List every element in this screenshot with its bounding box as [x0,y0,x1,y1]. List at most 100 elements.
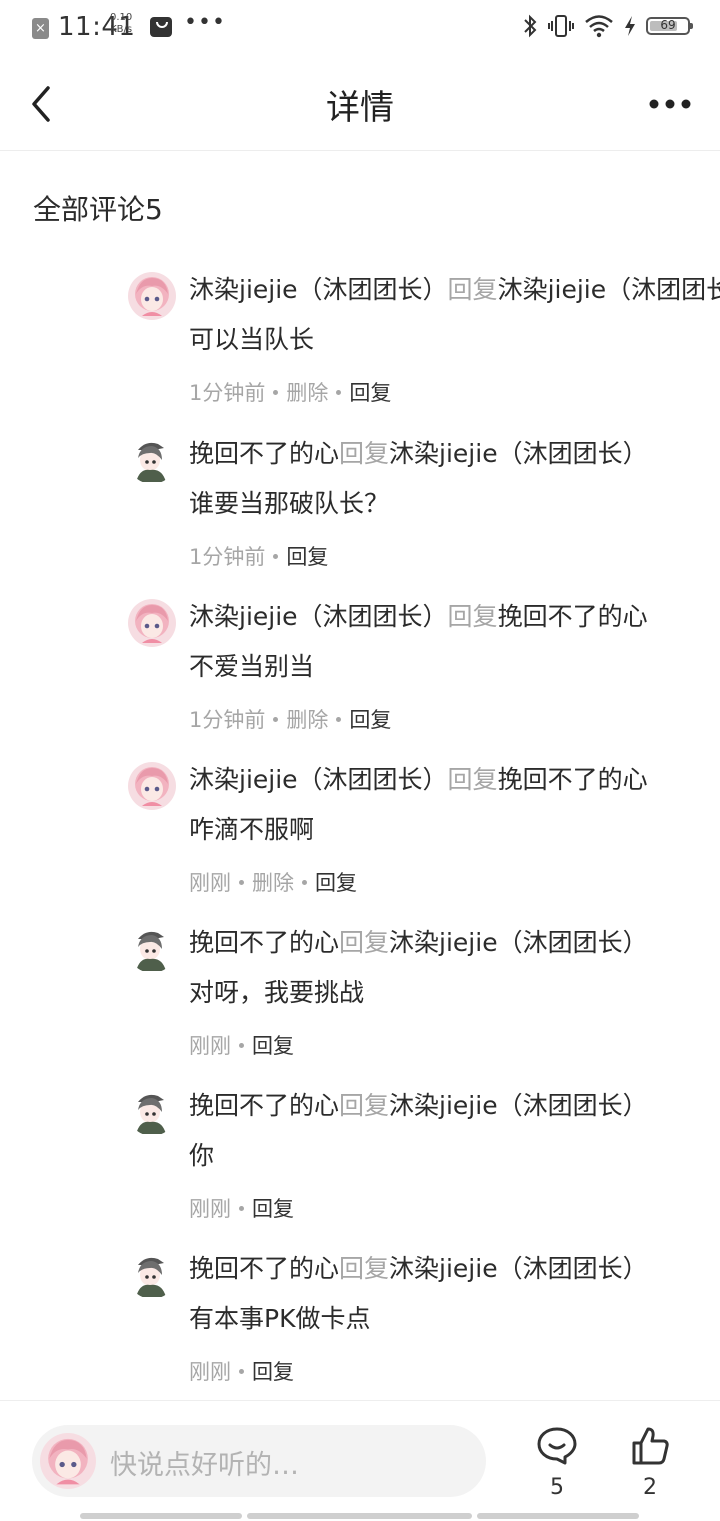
reply-button[interactable]: 回复 [286,545,328,569]
reply-label: 回复 [447,765,498,794]
status-bar: × 11:41 0.10 KB/s ••• 69 [0,0,720,58]
comment-text: 有本事PK做卡点 [189,1304,371,1333]
reply-button[interactable]: 回复 [252,1197,294,1221]
comment-button[interactable]: 5 [533,1425,581,1500]
reply-button[interactable]: 回复 [315,871,357,895]
delete-button[interactable]: 删除 [252,871,294,895]
comment-meta: 1分钟前 删除 回复 [189,378,698,408]
comment-author[interactable]: 沐染jiejie（沐团团长） [189,765,448,794]
comment-time: 1分钟前 [189,708,266,732]
comment-time: 刚刚 [189,1360,231,1384]
comment-text: 你 [189,1141,215,1170]
charging-icon [625,16,635,36]
user-avatar[interactable] [128,436,176,484]
separator-dot [239,1368,244,1374]
comment-meta: 刚刚 删除 回复 [189,868,698,898]
reply-button[interactable]: 回复 [252,1034,294,1058]
comment-header: 沐染jiejie（沐团团长）回复挽回不了的心 [189,762,698,798]
separator-dot [302,879,307,885]
comment-header: 挽回不了的心回复沐染jiejie（沐团团长） [189,925,698,961]
comment-meta: 刚刚 回复 [189,1357,698,1387]
reply-label: 回复 [339,1091,390,1120]
reply-target[interactable]: 挽回不了的心 [498,602,648,631]
comment-text: 不爱当别当 [189,652,315,681]
user-avatar[interactable] [128,1251,176,1299]
wifi-icon [585,15,613,38]
comment-text: 谁要当那破队长？ [189,489,390,518]
comment-time: 1分钟前 [189,545,266,569]
battery-level: 69 [660,18,676,32]
more-notifications-icon: ••• [184,10,226,35]
comment-author[interactable]: 沐染jiejie（沐团团长） [189,275,448,304]
comment-time: 刚刚 [189,871,231,895]
separator-dot [273,716,279,722]
nav-bar: 详情 [0,58,720,151]
comment-meta: 刚刚 回复 [189,1194,698,1224]
home-indicator[interactable] [247,1513,472,1519]
reply-target[interactable]: 沐染jiejie（沐团团长） [389,439,648,468]
comment-time: 刚刚 [189,1197,231,1221]
reply-label: 回复 [339,439,390,468]
comment-text: 可以当队长 [189,325,315,354]
user-avatar[interactable] [128,1088,176,1136]
thumbs-up-icon [632,1427,669,1465]
more-options-icon[interactable] [646,84,694,124]
comment-header: 沐染jiejie（沐团团长）回复挽回不了的心 [189,599,698,635]
message-app-icon [150,17,172,37]
network-speed: 0.10 KB/s [110,12,133,35]
separator-dot [239,879,244,885]
notification-icon: × [32,18,49,39]
comment-header: 挽回不了的心回复沐染jiejie（沐团团长） [189,1251,698,1287]
user-avatar[interactable] [128,925,176,973]
reply-target[interactable]: 沐染jiejie（沐团团长） [389,1091,648,1120]
comment-input[interactable]: 快说点好听的… [32,1425,486,1497]
reply-button[interactable]: 回复 [252,1360,294,1384]
comment-author[interactable]: 挽回不了的心 [189,928,339,957]
separator-dot [239,1042,244,1048]
comment-time: 刚刚 [189,1034,231,1058]
user-avatar[interactable] [128,762,176,810]
page-title: 详情 [326,88,394,128]
reply-target[interactable]: 挽回不了的心 [498,765,648,794]
comment-meta: 1分钟前 删除 回复 [189,705,698,735]
comment-meta: 1分钟前 回复 [189,542,698,572]
bottom-bar: 快说点好听的… 5 2 [0,1400,720,1521]
user-avatar[interactable] [128,599,176,647]
vibrate-icon [548,15,574,37]
comment-header: 挽回不了的心回复沐染jiejie（沐团团长） [189,436,698,472]
comment-input-placeholder: 快说点好听的… [110,1450,299,1481]
comment-author[interactable]: 挽回不了的心 [189,439,339,468]
comment-header: 挽回不了的心回复沐染jiejie（沐团团长） [189,1088,698,1124]
comment-author[interactable]: 挽回不了的心 [189,1091,339,1120]
reply-target[interactable]: 沐染jiejie（沐团团长） [498,275,720,304]
delete-button[interactable]: 删除 [286,708,328,732]
reply-label: 回复 [447,275,498,304]
battery-icon: 69 [646,17,693,35]
reply-button[interactable]: 回复 [349,381,391,405]
comment-text: 对呀，我要挑战 [189,978,365,1007]
home-indicator-left [80,1513,242,1519]
comment-bubble-icon [537,1427,577,1465]
reply-label: 回复 [447,602,498,631]
delete-button[interactable]: 删除 [286,381,328,405]
like-count: 2 [643,1475,657,1500]
separator-dot [336,389,342,395]
bluetooth-icon [524,14,537,38]
reply-target[interactable]: 沐染jiejie（沐团团长） [389,1254,648,1283]
user-avatar[interactable] [128,272,176,320]
separator-dot [336,716,342,722]
comment-author[interactable]: 沐染jiejie（沐团团长） [189,602,448,631]
separator-dot [273,389,279,395]
my-avatar [40,1433,96,1489]
comment-text: 咋滴不服啊 [189,815,315,844]
home-indicator-right [477,1513,639,1519]
comment-author[interactable]: 挽回不了的心 [189,1254,339,1283]
like-button[interactable]: 2 [626,1425,674,1500]
reply-label: 回复 [339,928,390,957]
reply-label: 回复 [339,1254,390,1283]
comments-section-title: 全部评论5 [33,193,163,226]
reply-target[interactable]: 沐染jiejie（沐团团长） [389,928,648,957]
comment-header: 沐染jiejie（沐团团长）回复沐染jiejie（沐团团长） [189,272,720,308]
reply-button[interactable]: 回复 [349,708,391,732]
separator-dot [273,553,279,559]
